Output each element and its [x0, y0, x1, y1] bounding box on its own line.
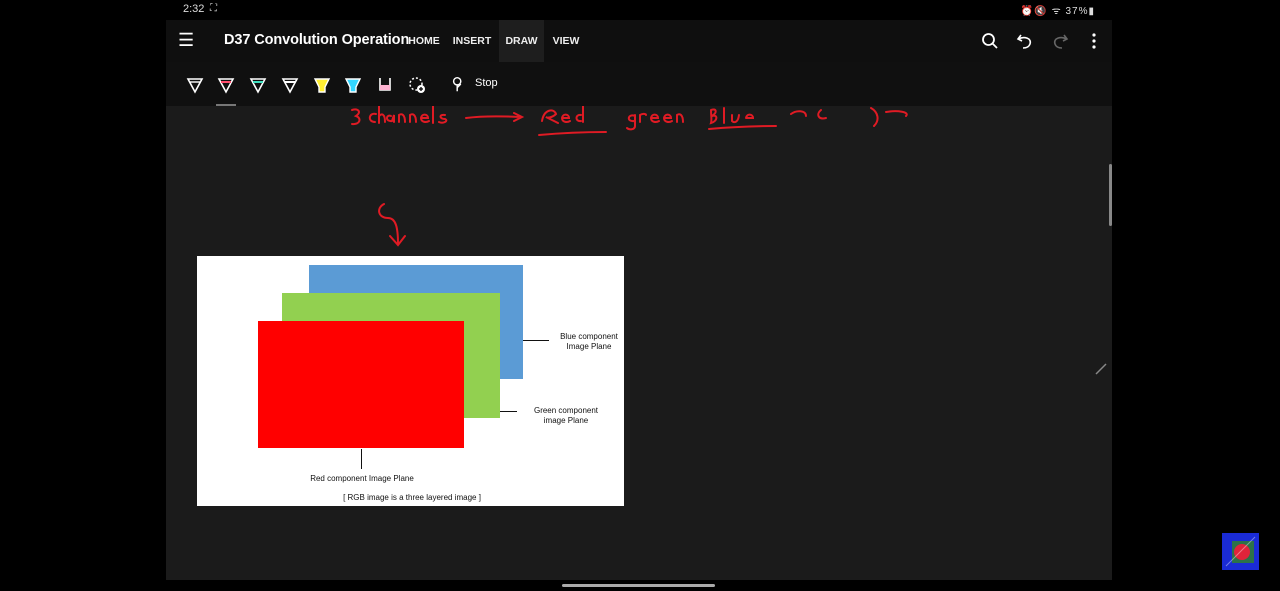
vertical-scrollbar[interactable]	[1109, 164, 1112, 226]
notebook-canvas[interactable]: Blue component Image Plane Green compone…	[166, 106, 1112, 580]
undo-icon[interactable]	[1015, 31, 1035, 51]
lasso-select-icon[interactable]	[407, 75, 427, 95]
highlighter-yellow-icon[interactable]	[312, 75, 332, 95]
red-pointer-line	[361, 449, 362, 469]
green-label-line2: image Plane	[543, 416, 589, 425]
blue-label-line1: Blue component	[560, 332, 618, 341]
status-indicators: ⏰🔇 ᯤ 37%▮	[1020, 6, 1095, 17]
blue-pointer-line	[523, 340, 549, 341]
search-icon[interactable]	[980, 31, 1000, 51]
edge-handle-icon[interactable]	[1094, 362, 1108, 376]
document-title: D37 Convolution Operation	[224, 32, 410, 48]
pen-teal-icon[interactable]	[248, 75, 268, 95]
stop-button[interactable]: Stop	[475, 77, 498, 89]
app-bar: ☰ D37 Convolution Operation HOME INSERT …	[166, 20, 1112, 62]
stop-touch-drawing-icon[interactable]	[450, 75, 468, 93]
red-plane	[258, 321, 464, 448]
pen-white-icon[interactable]	[185, 75, 205, 95]
blue-label-line2: Image Plane	[566, 342, 612, 351]
tab-view[interactable]: VIEW	[550, 20, 582, 62]
status-time: 2:32	[183, 3, 205, 15]
tablet-screen: 2:32 ⛶ ⏰🔇 ᯤ 37%▮ ☰ D37 Convolution Opera…	[166, 0, 1112, 580]
status-bar: 2:32 ⛶ ⏰🔇 ᯤ 37%▮	[166, 0, 1112, 20]
highlighter-cyan-icon[interactable]	[343, 75, 363, 95]
pen-red-icon[interactable]	[216, 75, 236, 95]
screenshot-icon: ⛶	[210, 3, 217, 14]
tab-insert[interactable]: INSERT	[451, 20, 493, 62]
pen-white-2-icon[interactable]	[280, 75, 300, 95]
red-plane-label: Red component Image Plane	[310, 474, 414, 483]
redo-icon[interactable]	[1050, 31, 1070, 51]
blue-plane-label: Blue component Image Plane	[549, 332, 629, 352]
channel-logo-icon	[1222, 533, 1259, 570]
rgb-planes-figure: Blue component Image Plane Green compone…	[197, 256, 624, 506]
draw-toolbar: Stop	[166, 62, 1112, 106]
tab-draw[interactable]: DRAW	[499, 20, 544, 62]
green-label-line1: Green component	[533, 406, 599, 415]
figure-caption: [ RGB image is a three layered image ]	[343, 493, 481, 502]
highlighter-pink-icon[interactable]	[375, 75, 395, 95]
home-indicator[interactable]	[562, 584, 715, 587]
green-plane-label: Green component image Plane	[526, 406, 606, 426]
hamburger-menu-icon[interactable]: ☰	[178, 31, 194, 49]
green-pointer-line	[500, 411, 517, 412]
tab-home[interactable]: HOME	[404, 20, 444, 62]
more-options-icon[interactable]	[1084, 31, 1104, 51]
